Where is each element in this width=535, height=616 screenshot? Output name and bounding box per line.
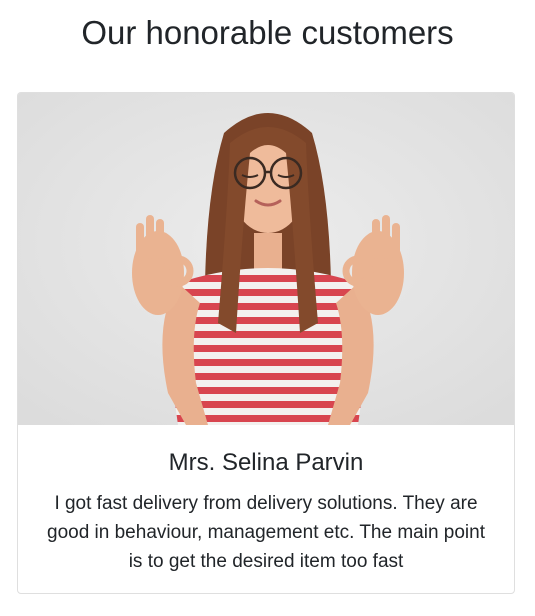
- testimonial-quote: I got fast delivery from delivery soluti…: [47, 493, 485, 572]
- customer-name: Mrs. Selina Parvin: [168, 449, 364, 476]
- section-title: Our honorable customers: [81, 14, 454, 51]
- testimonial-card: Mrs. Selina Parvin I got fast delivery f…: [17, 92, 515, 594]
- customer-photo: [18, 93, 514, 425]
- card-body: Mrs. Selina Parvin I got fast delivery f…: [18, 425, 514, 593]
